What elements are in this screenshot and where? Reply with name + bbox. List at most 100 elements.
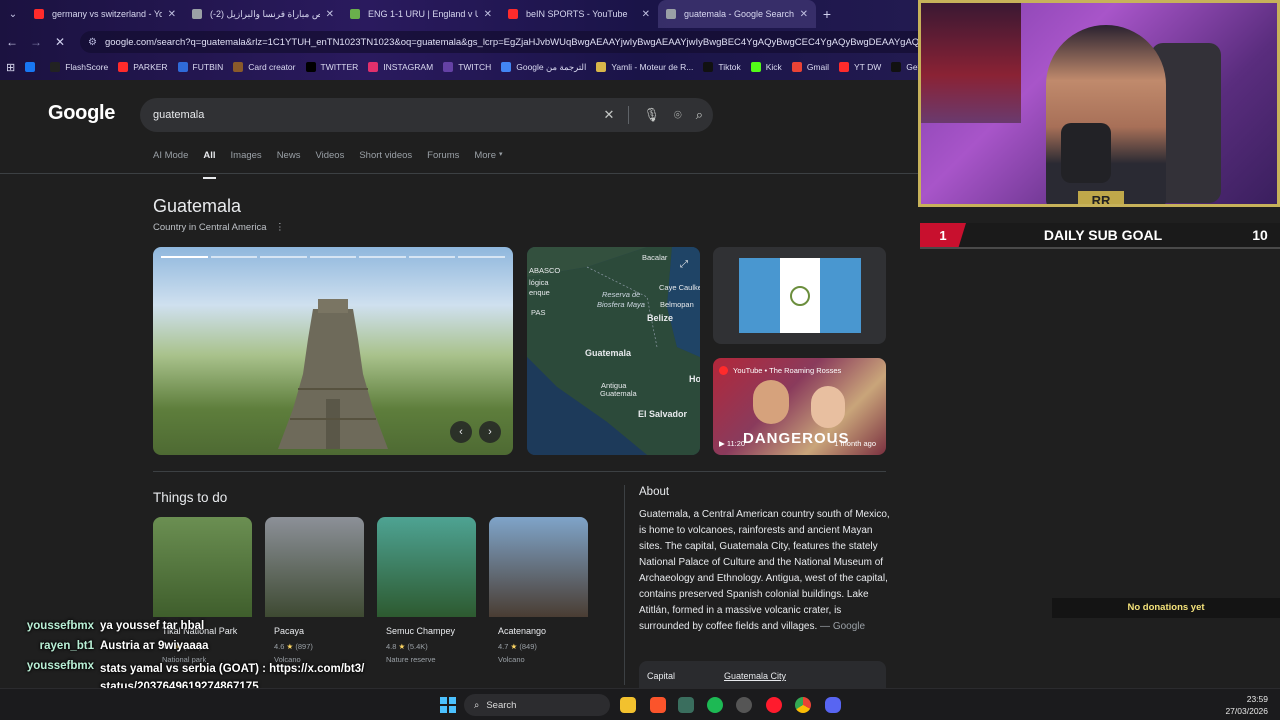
hero-image-carousel[interactable]: ‹ ›: [153, 247, 513, 455]
tab-favicon-icon: [192, 9, 202, 19]
forward-icon[interactable]: →: [24, 30, 48, 54]
more-options-icon[interactable]: ⋮: [275, 222, 285, 233]
bookmark-item[interactable]: PARKER: [118, 62, 168, 72]
close-tab-icon[interactable]: ✕: [800, 9, 808, 20]
system-clock[interactable]: 23:59 27/03/2026: [1225, 693, 1268, 717]
carousel-next-icon[interactable]: ›: [479, 421, 501, 443]
clear-icon[interactable]: ✕: [603, 107, 614, 123]
browser-tab[interactable]: ملخص مباراة فرنسا والبرازيل (2-) ✕: [184, 0, 342, 28]
tab-favicon-icon: [350, 9, 360, 19]
bookmark-label: Card creator: [248, 62, 296, 72]
chrome-icon[interactable]: [795, 697, 811, 713]
tab-search-icon[interactable]: ⌄: [0, 0, 26, 28]
sub-goal-current: 1: [920, 223, 966, 247]
search-tab[interactable]: Forums: [427, 150, 459, 172]
bookmark-item[interactable]: Google الترجمة من: [501, 62, 586, 73]
taskbar-search[interactable]: ⌕ Search: [464, 694, 610, 716]
video-card[interactable]: YouTube • The Roaming Rosses DANGEROUS ▶…: [713, 358, 886, 455]
bookmark-item[interactable]: Card creator: [233, 62, 296, 72]
expand-map-icon[interactable]: ⤢: [680, 259, 688, 270]
brave-icon[interactable]: [650, 697, 666, 713]
capital-link[interactable]: Guatemala City: [724, 671, 786, 681]
search-box-divider: [628, 106, 630, 124]
stop-loading-icon[interactable]: ✕: [48, 30, 72, 54]
map-label-antigua-guatemala: Guatemala: [600, 389, 637, 398]
browser-chrome: ⌄ germany vs switzerland - YouT✕ملخص مبا…: [0, 0, 918, 80]
bookmark-label: INSTAGRAM: [383, 62, 434, 72]
tabs-divider: [0, 173, 918, 174]
windows-start-icon[interactable]: [440, 697, 456, 713]
things-to-do-card[interactable]: Acatenango 4.7 ★ (849) Volcano: [489, 517, 588, 664]
map-card[interactable]: ABASCO lógica enque Bacalar Caye Caulker…: [527, 247, 700, 455]
bookmark-label: Kick: [765, 62, 782, 72]
bookmark-item[interactable]: TWITCH: [443, 62, 491, 72]
tab-title: ENG 1-1 URU | England v Urug: [368, 9, 478, 19]
star-icon: ★: [510, 642, 518, 651]
bookmark-item[interactable]: [25, 62, 40, 72]
capital-row: Capital Guatemala City: [639, 661, 886, 688]
video-thumbnail-person: [811, 386, 845, 428]
bookmark-item[interactable]: Gmail: [791, 62, 830, 72]
search-tab[interactable]: More: [474, 150, 496, 172]
app-icon[interactable]: [678, 697, 694, 713]
bookmark-label: Gmail: [806, 62, 830, 72]
sub-goal-underline: [920, 247, 1280, 249]
search-tab[interactable]: All: [203, 150, 216, 179]
carousel-prev-icon[interactable]: ‹: [450, 421, 472, 443]
bookmark-icon: [891, 62, 902, 72]
address-bar[interactable]: ⚙ google.com/search?q=guatemala&rlz=1C1Y…: [80, 31, 918, 53]
tab-strip: ⌄ germany vs switzerland - YouT✕ملخص مبا…: [0, 0, 918, 28]
site-info-icon[interactable]: ⚙: [88, 37, 97, 48]
bookmark-item[interactable]: Kick: [750, 62, 782, 72]
browser-tab[interactable]: ENG 1-1 URU | England v Urug ✕: [342, 0, 500, 28]
search-tab[interactable]: Videos: [315, 150, 344, 172]
clock-date: 27/03/2026: [1225, 706, 1268, 716]
new-tab-button[interactable]: +: [816, 6, 838, 22]
search-tab[interactable]: Short videos: [359, 150, 412, 172]
bookmark-item[interactable]: INSTAGRAM: [368, 62, 433, 72]
about-source-link[interactable]: — Google: [820, 621, 865, 632]
bookmark-item[interactable]: YT DW: [839, 62, 881, 72]
search-tab[interactable]: AI Mode: [153, 150, 188, 172]
bookmark-item[interactable]: Tiktok: [703, 62, 741, 72]
file-explorer-icon[interactable]: [620, 697, 636, 713]
discord-icon[interactable]: [825, 697, 841, 713]
tab-title: germany vs switzerland - YouT: [52, 9, 162, 19]
browser-tab[interactable]: guatemala - Google Search ✕: [658, 0, 816, 28]
bookmark-icon: [177, 62, 188, 72]
search-tab[interactable]: News: [277, 150, 301, 172]
browser-tab[interactable]: beIN SPORTS - YouTube ✕: [500, 0, 658, 28]
sub-goal-target: 10: [1252, 227, 1268, 243]
search-icon[interactable]: ⌕: [696, 107, 703, 123]
stream-logo: RR: [1078, 191, 1124, 204]
close-tab-icon[interactable]: ✕: [484, 9, 492, 20]
chat-text: Austria ат 9wiyaaaa: [100, 640, 209, 652]
search-tab[interactable]: Images: [231, 150, 262, 172]
flag-card[interactable]: [713, 247, 886, 344]
video-thumbnail-person: [753, 380, 789, 424]
chat-username: youssefbmx: [26, 660, 94, 672]
bookmark-item[interactable]: TWITTER: [305, 62, 358, 72]
microphone-icon[interactable]: 🎙: [643, 107, 660, 123]
spotify-icon[interactable]: [707, 697, 723, 713]
steam-icon[interactable]: [736, 697, 752, 713]
search-box[interactable]: guatemala ✕ 🎙 ⌾ ⌕: [140, 98, 713, 132]
apps-icon[interactable]: ⊞: [6, 61, 15, 74]
place-name: Semuc Champey: [386, 626, 456, 636]
back-icon[interactable]: ←: [0, 30, 24, 54]
close-tab-icon[interactable]: ✕: [642, 9, 650, 20]
close-tab-icon[interactable]: ✕: [326, 9, 334, 20]
lens-icon[interactable]: ⌾: [674, 107, 682, 123]
browser-tab[interactable]: germany vs switzerland - YouT ✕: [26, 0, 184, 28]
search-query[interactable]: guatemala: [153, 109, 204, 121]
close-tab-icon[interactable]: ✕: [168, 9, 176, 20]
bookmark-item[interactable]: GettyImages: [891, 62, 918, 72]
google-logo[interactable]: Google: [48, 102, 115, 125]
bookmark-label: Tiktok: [718, 62, 741, 72]
bookmark-item[interactable]: FUTBIN: [177, 62, 223, 72]
bookmark-item[interactable]: Yamli - Moteur de R...: [596, 62, 693, 72]
bookmark-item[interactable]: FlashScore: [50, 62, 108, 72]
things-to-do-card[interactable]: Semuc Champey 4.8 ★ (5.4K) Nature reserve: [377, 517, 476, 664]
opera-icon[interactable]: [766, 697, 782, 713]
about-description: Guatemala, a Central American country so…: [639, 509, 890, 632]
